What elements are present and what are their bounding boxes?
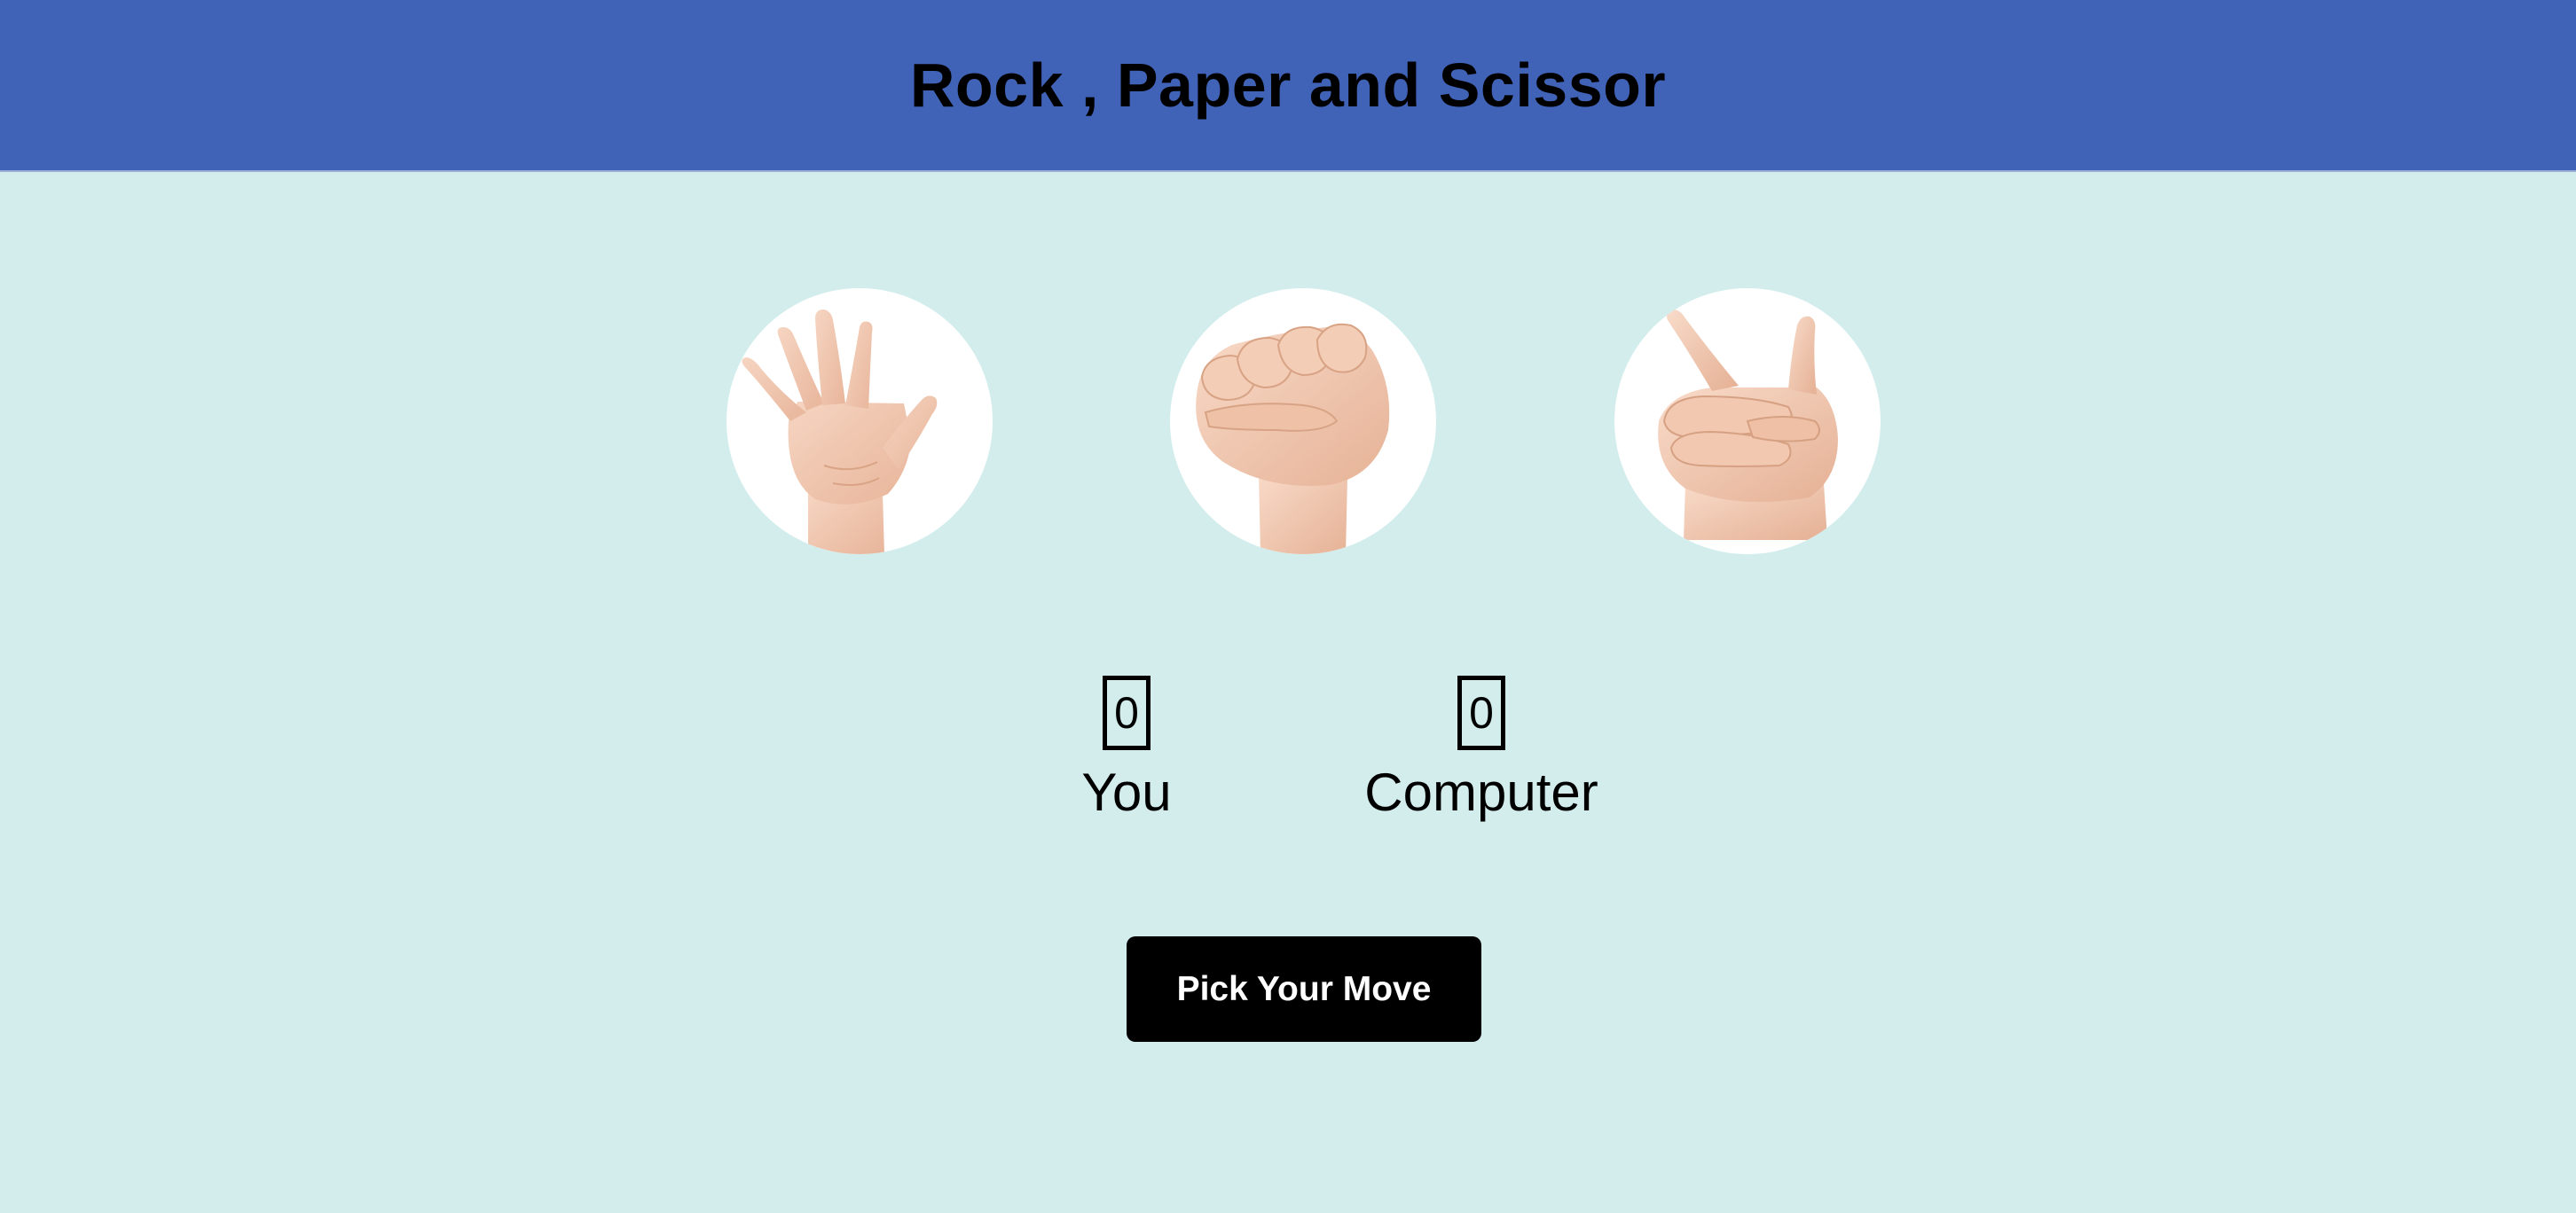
scissors-hand-icon [1658,309,1838,540]
header-bar: Rock , Paper and Scissor [0,0,2576,172]
scissors-choice[interactable] [1614,288,1881,554]
paper-hand-icon [742,309,938,554]
user-score-value: 0 [1103,676,1151,750]
user-score-panel: 0 You [1038,676,1215,819]
computer-score-panel: 0 Computer [1348,676,1614,819]
page-title: Rock , Paper and Scissor [909,51,1667,120]
rock-hand-icon [1196,323,1390,554]
computer-score-value: 0 [1457,676,1505,750]
computer-score-label: Computer [1364,763,1598,822]
user-score-label: You [1081,763,1172,822]
rock-choice[interactable] [1170,288,1436,554]
pick-move-button[interactable]: Pick Your Move [1127,936,1481,1042]
paper-choice[interactable] [726,288,993,554]
